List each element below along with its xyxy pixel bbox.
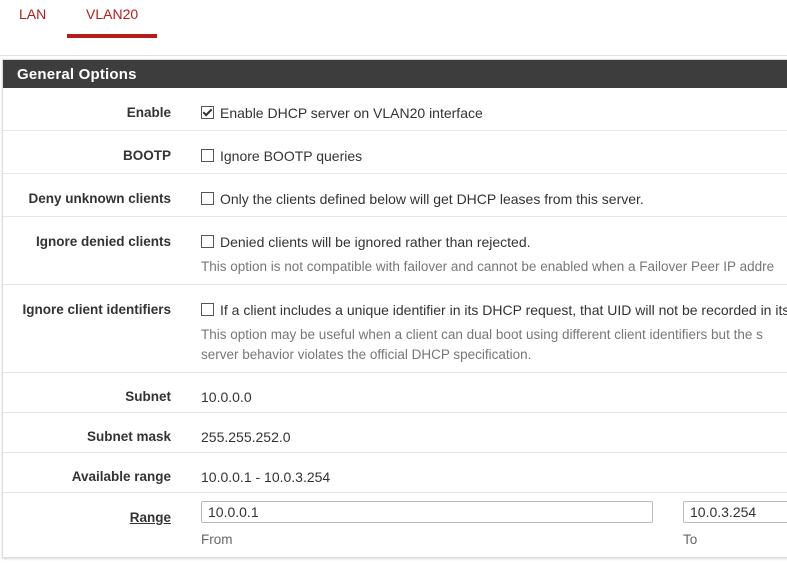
row-subnet-mask: Subnet mask 255.255.252.0 (3, 413, 787, 453)
row-deny-unknown: Deny unknown clients Only the clients de… (3, 174, 787, 217)
ignore-client-ids-checkbox[interactable] (201, 303, 214, 316)
subnet-mask-label: Subnet mask (86, 429, 171, 444)
enable-text: Enable DHCP server on VLAN20 interface (220, 105, 483, 121)
deny-unknown-text: Only the clients defined below will get … (220, 191, 644, 207)
ignore-denied-checkbox[interactable] (201, 235, 214, 248)
active-tab-indicator (67, 34, 157, 38)
range-from-label: From (201, 532, 233, 547)
tab-lan[interactable]: LAN (19, 6, 46, 22)
ignore-client-ids-label: Ignore client identifiers (22, 302, 171, 317)
deny-unknown-label: Deny unknown clients (28, 191, 171, 206)
ignore-client-ids-control: If a client includes a unique identifier… (201, 302, 787, 318)
ignore-client-ids-text: If a client includes a unique identifier… (220, 302, 787, 318)
ignore-denied-text: Denied clients will be ignored rather th… (220, 234, 531, 250)
interface-tabs: LAN VLAN20 (0, 0, 787, 56)
range-to-input[interactable] (683, 501, 787, 523)
deny-unknown-checkbox[interactable] (201, 192, 214, 205)
panel-title: General Options (17, 66, 137, 83)
bootp-checkbox[interactable] (201, 149, 214, 162)
row-subnet: Subnet 10.0.0.0 (3, 373, 787, 413)
range-from-input[interactable] (201, 501, 653, 523)
row-available-range: Available range 10.0.0.1 - 10.0.3.254 (3, 453, 787, 493)
available-range-label: Available range (71, 469, 171, 484)
enable-label: Enable (126, 105, 171, 120)
row-ignore-denied: Ignore denied clients Denied clients wil… (3, 217, 787, 285)
ignore-client-ids-help-1: This option may be useful when a client … (201, 327, 763, 342)
range-to-label: To (683, 532, 698, 547)
panel-heading: General Options (3, 60, 787, 88)
available-range-value: 10.0.0.1 - 10.0.3.254 (201, 469, 331, 485)
ignore-client-ids-help-2: server behavior violates the official DH… (201, 347, 532, 362)
subnet-mask-value: 255.255.252.0 (201, 429, 291, 445)
ignore-denied-help: This option is not compatible with failo… (201, 259, 775, 274)
general-options-panel: General Options Enable Enable DHCP serve… (2, 59, 787, 558)
bootp-label: BOOTP (122, 148, 171, 163)
range-label[interactable]: Range (130, 510, 171, 525)
row-range: Range From To (3, 493, 787, 557)
tab-vlan20[interactable]: VLAN20 (86, 6, 138, 22)
enable-control: Enable DHCP server on VLAN20 interface (201, 105, 483, 121)
ignore-denied-control: Denied clients will be ignored rather th… (201, 234, 531, 250)
subnet-label: Subnet (125, 389, 171, 404)
bootp-text: Ignore BOOTP queries (220, 148, 363, 164)
deny-unknown-control: Only the clients defined below will get … (201, 191, 644, 207)
row-bootp: BOOTP Ignore BOOTP queries (3, 131, 787, 174)
row-enable: Enable Enable DHCP server on VLAN20 inte… (3, 88, 787, 131)
bootp-control: Ignore BOOTP queries (201, 148, 362, 164)
enable-checkbox[interactable] (201, 106, 214, 119)
row-ignore-client-ids: Ignore client identifiers If a client in… (3, 285, 787, 373)
subnet-value: 10.0.0.0 (201, 389, 252, 405)
ignore-denied-label: Ignore denied clients (35, 234, 171, 249)
